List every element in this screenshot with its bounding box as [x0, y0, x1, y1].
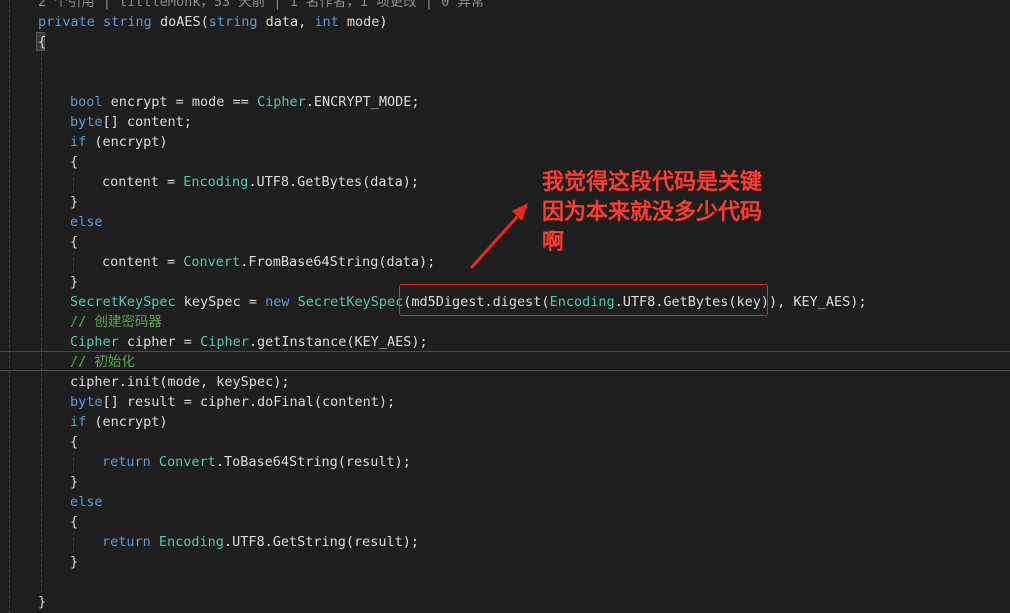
code-token: Cipher	[256, 94, 306, 110]
code-token: }	[38, 594, 47, 610]
code-token: mode)	[346, 14, 388, 30]
code-token: Convert	[183, 254, 241, 270]
code-token: private	[38, 14, 104, 30]
code-token: Cipher	[200, 334, 249, 350]
code-line[interactable]: }	[38, 592, 1010, 612]
code-token: content =	[102, 174, 184, 190]
code-token: cipher.init(mode, keySpec);	[70, 374, 290, 390]
code-line[interactable]: else	[70, 212, 1010, 232]
code-token: data,	[265, 14, 315, 30]
code-token: new	[265, 294, 298, 310]
code-line[interactable]: if (encrypt)	[70, 412, 1010, 432]
code-line[interactable]: byte[] content;	[70, 112, 1010, 132]
code-token: SecretKeySpec	[297, 294, 404, 310]
code-token: .FromBase64String(data);	[240, 254, 436, 270]
code-token: encrypt = mode ==	[110, 94, 257, 110]
code-token: else	[70, 214, 103, 230]
code-token: {	[70, 154, 79, 170]
code-token: SecretKeySpec	[70, 294, 184, 310]
code-line[interactable]: {	[70, 432, 1010, 452]
code-token: .UTF8.GetString(result);	[223, 534, 420, 550]
code-token: string	[208, 14, 266, 30]
code-token: byte	[70, 394, 103, 410]
highlight-box	[399, 284, 768, 316]
code-line[interactable]: if (encrypt)	[70, 132, 1010, 152]
code-line[interactable]: byte[] result = cipher.doFinal(content);	[70, 392, 1010, 412]
code-token: .UTF8.GetBytes(data);	[248, 174, 419, 190]
code-line[interactable]: {	[38, 32, 1010, 52]
code-line[interactable]	[70, 52, 1010, 72]
code-line[interactable]: return Encoding.UTF8.GetString(result);	[102, 532, 1010, 552]
code-token: .ToBase64String(result);	[215, 454, 411, 470]
code-line[interactable]: {	[70, 512, 1010, 532]
code-token: bool	[70, 94, 111, 110]
code-token: {	[70, 234, 79, 250]
code-token: content =	[102, 254, 184, 270]
code-line[interactable]: // 初始化	[70, 352, 1010, 372]
code-token: Encoding	[158, 534, 224, 550]
code-token: return	[102, 534, 159, 550]
code-line[interactable]: }	[70, 472, 1010, 492]
code-token: (encrypt)	[94, 414, 168, 430]
indent-guide-if-2	[73, 452, 74, 472]
code-token: }	[70, 554, 79, 570]
indent-guide-else-1	[73, 252, 74, 272]
code-line[interactable]: }	[70, 552, 1010, 572]
code-token: {	[70, 434, 79, 450]
code-token: }	[70, 274, 79, 290]
code-line[interactable]	[70, 72, 1010, 92]
arrow-annotation	[470, 203, 528, 269]
code-token: if	[70, 134, 95, 150]
code-line[interactable]: else	[70, 492, 1010, 512]
code-line[interactable]: cipher.init(mode, keySpec);	[70, 372, 1010, 392]
code-token: Encoding	[183, 174, 249, 190]
indent-guide-outer	[9, 0, 10, 613]
code-token: int	[314, 14, 347, 30]
code-line[interactable]: bool encrypt = mode == Cipher.ENCRYPT_MO…	[70, 92, 1010, 112]
code-line[interactable]: Cipher cipher = Cipher.getInstance(KEY_A…	[70, 332, 1010, 352]
indent-guide-if-1	[73, 172, 74, 192]
indent-guide-else-2	[73, 532, 74, 552]
code-token: doAES(	[159, 14, 209, 30]
code-token: Convert	[158, 454, 216, 470]
code-line[interactable]: private string doAES(string data, int mo…	[38, 12, 1010, 32]
code-token: .ENCRYPT_MODE;	[305, 94, 420, 110]
code-line[interactable]: return Convert.ToBase64String(result);	[102, 452, 1010, 472]
code-token: [] result = cipher.doFinal(content);	[102, 394, 396, 410]
annotation-line-1: 我觉得这段代码是关键	[542, 170, 763, 195]
code-token: return	[102, 454, 159, 470]
code-token: keySpec =	[183, 294, 266, 310]
code-token: {	[38, 34, 47, 50]
code-token: string	[103, 14, 160, 30]
code-token: [] content;	[102, 114, 192, 130]
code-token: cipher =	[126, 334, 201, 350]
indent-guide-method	[41, 52, 42, 592]
code-token: if	[70, 414, 95, 430]
annotation-line-2: 因为本来就没多少代码	[542, 200, 763, 225]
code-token: .getInstance(KEY_AES);	[248, 334, 428, 350]
code-line[interactable]: {	[70, 152, 1010, 172]
code-token: (encrypt)	[94, 134, 168, 150]
codelens-info[interactable]: 2 个引用 | littleMonk，53 天前 | 1 名作者，1 项更改 |…	[38, 0, 1010, 12]
annotation-line-3: 啊	[542, 230, 565, 255]
code-token: // 创建密码器	[70, 314, 162, 330]
code-token: }	[70, 474, 79, 490]
code-token: Cipher	[70, 334, 127, 350]
annotation-text: 我觉得这段代码是关键 因为本来就没多少代码 啊	[542, 168, 812, 258]
code-token: else	[70, 494, 103, 510]
code-token: byte	[70, 114, 103, 130]
code-token: // 初始化	[70, 354, 135, 370]
code-token: }	[70, 194, 79, 210]
code-line[interactable]	[38, 572, 1010, 592]
code-line[interactable]: }	[70, 192, 1010, 212]
code-line[interactable]: {	[70, 232, 1010, 252]
code-token: {	[70, 514, 79, 530]
